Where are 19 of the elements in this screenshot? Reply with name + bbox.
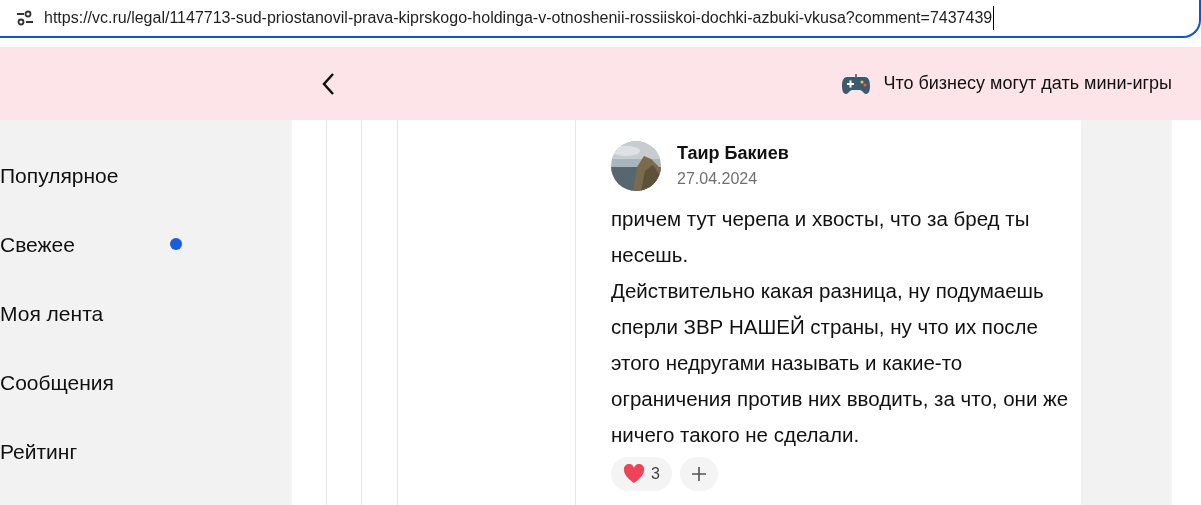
- comment-text: причем тут черепа и хвосты, что за бред ты несешь.: [611, 206, 1031, 268]
- sidebar-item[interactable]: Рейтинг: [0, 436, 170, 468]
- plus-icon: [691, 467, 706, 481]
- sidebar-item[interactable]: Моя лента: [0, 298, 170, 330]
- url-text[interactable]: https://vc.ru/legal/1147713-sud-priostanovil-prava-kiprskogo-holdinga-v-otnoshenii-rossiiskoi-dochki-azbuki-vkusa?comment=7437439: [44, 6, 995, 30]
- sidebar-item[interactable]: Сообщения: [0, 367, 170, 399]
- gamepad-icon: [841, 72, 872, 95]
- heart-icon: [623, 464, 645, 484]
- comment-text: Действительно какая разница, ну подумаешь сперли ЗВР НАШЕЙ страны, ну что их после этого недругами называть и какие-то ограничения против них вводить, за что, они же ничего такого не сделали.: [611, 278, 1070, 448]
- back-chevron-icon[interactable]: [322, 71, 336, 96]
- sidebar-item[interactable]: Популярное: [0, 160, 170, 192]
- site-settings-icon[interactable]: [16, 10, 34, 26]
- author-name[interactable]: Таир Бакиев: [677, 140, 789, 167]
- banner-link[interactable]: Что бизнесу могут дать мини-игры: [883, 70, 1172, 97]
- address-bar[interactable]: https://vc.ru/legal/1147713-sud-priostanovil-prava-kiprskogo-holdinga-v-otnoshenii-rossiiskoi-dochki-azbuki-vkusa?comment=7437439: [0, 0, 1201, 38]
- add-reaction-button[interactable]: [679, 457, 718, 491]
- comment-date[interactable]: 27.04.2024: [677, 167, 789, 191]
- sidebar-item[interactable]: Свежее: [0, 229, 170, 261]
- reaction-button[interactable]: 3: [611, 457, 672, 491]
